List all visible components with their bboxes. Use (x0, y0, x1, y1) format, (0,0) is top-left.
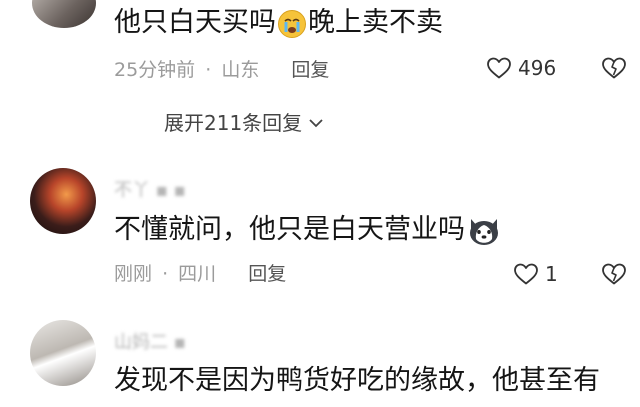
comment-text-part: 晚上卖不卖 (308, 7, 443, 38)
timestamp: 刚刚 (114, 263, 153, 285)
reply-button[interactable]: 回复 (248, 263, 286, 285)
comment-meta: 25分钟前 · 山东 回复 (114, 58, 329, 82)
comment-text-part: 不懂就问，他只是白天营业吗 (114, 214, 465, 245)
avatar[interactable] (30, 168, 96, 234)
comment-text: 他只白天买吗 晚上卖不卖 (114, 6, 443, 40)
avatar[interactable] (32, 0, 96, 28)
dislike-button[interactable] (601, 56, 627, 80)
location: 山东 (221, 59, 260, 81)
husky-dog-face-icon (467, 215, 501, 247)
heart-icon (513, 262, 539, 286)
timestamp: 25分钟前 (114, 59, 196, 81)
like-count: 1 (545, 262, 558, 286)
comment-text: 发现不是因为鸭货好吃的缘故，他甚至有 (114, 365, 600, 396)
comment-text: 不懂就问，他只是白天营业吗 (114, 213, 501, 247)
location: 四川 (178, 263, 217, 285)
chevron-down-icon (308, 117, 324, 129)
reply-button[interactable]: 回复 (291, 59, 329, 81)
broken-heart-icon (601, 56, 627, 80)
like-button[interactable]: 496 (486, 56, 556, 80)
expand-replies-button[interactable]: 展开211条回复 (164, 110, 324, 136)
like-count: 496 (518, 56, 557, 80)
like-button[interactable]: 1 (513, 262, 558, 286)
heart-icon (486, 56, 512, 80)
expand-replies-label: 展开211条回复 (164, 111, 303, 135)
dislike-button[interactable] (601, 262, 627, 286)
username[interactable]: 不丫 ▪ ▪ (114, 176, 186, 202)
username[interactable]: 山妈二 ▪ (114, 328, 186, 354)
avatar[interactable] (30, 320, 96, 386)
broken-heart-icon (601, 262, 627, 286)
comment-meta: 刚刚 · 四川 回复 (114, 262, 286, 286)
separator: · (205, 59, 212, 81)
crying-face-icon (277, 9, 307, 39)
comment-text-part: 他只白天买吗 (114, 7, 276, 38)
separator: · (162, 263, 169, 285)
